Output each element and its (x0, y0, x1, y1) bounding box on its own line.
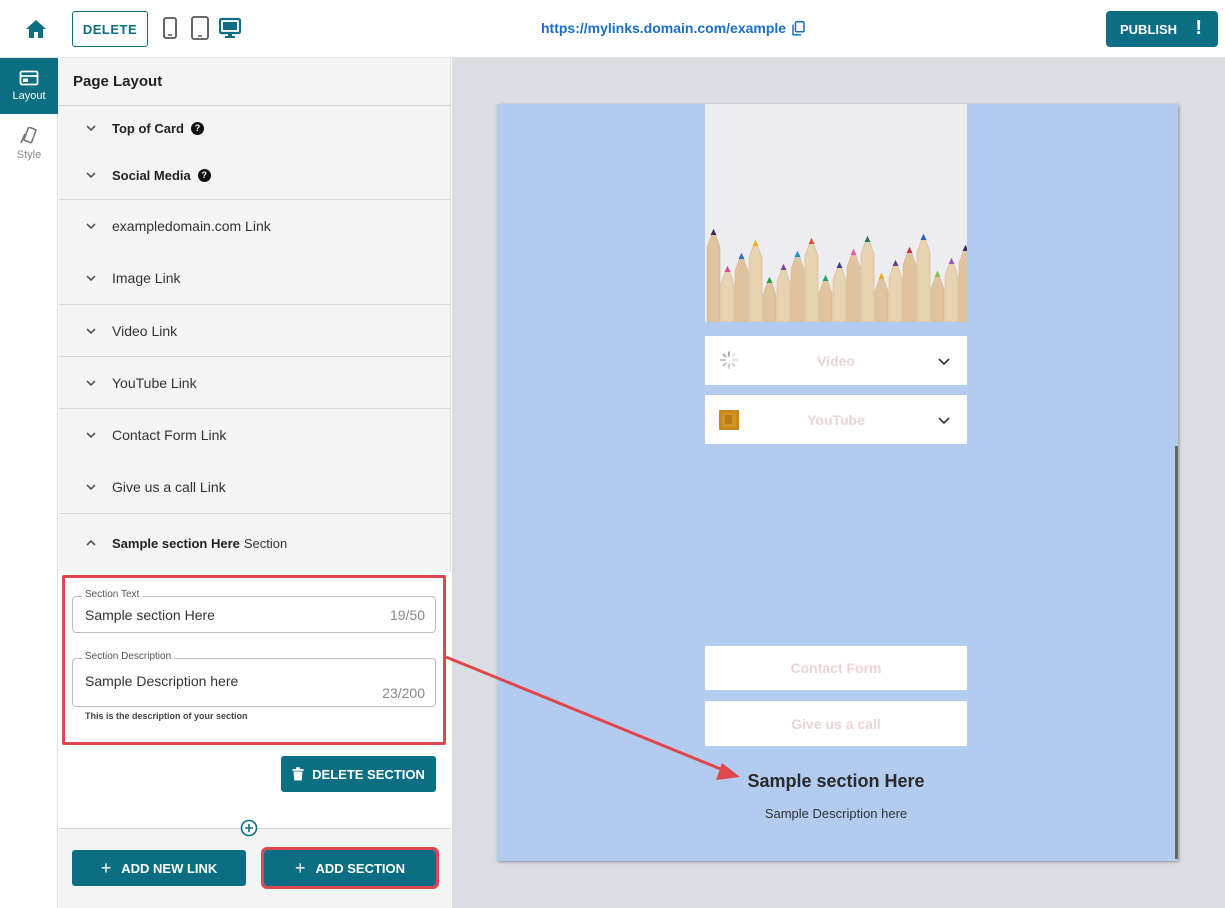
top-bar: DELETE https://mylinks.domain.com/exampl… (0, 0, 1225, 58)
delete-section-label: DELETE SECTION (312, 766, 425, 782)
chevron-down-icon (86, 125, 96, 132)
rail-label-style: Style (16, 149, 42, 161)
add-new-link-button[interactable]: + ADD NEW LINK (72, 850, 246, 886)
page-layout-panel: Page Layout Top of Card ? Social Media ?… (59, 58, 451, 908)
section-description-hint: This is the description of your section (85, 711, 248, 721)
add-section-button[interactable]: + ADD SECTION (261, 847, 439, 889)
section-description-input[interactable]: Sample Description here (85, 673, 238, 689)
layout-item-contact-form-link[interactable]: Contact Form Link (59, 409, 451, 461)
layout-item-label: Social Media (112, 167, 191, 183)
style-icon (20, 127, 37, 144)
panel-title: Page Layout (73, 73, 163, 90)
home-icon[interactable] (24, 17, 48, 41)
plus-icon: + (100, 857, 112, 878)
layout-item-call-link[interactable]: Give us a call Link (59, 461, 451, 513)
chevron-down-icon (938, 416, 950, 424)
preview-link-label: Video (817, 352, 855, 369)
section-text-field[interactable]: Section Text Sample section Here 19/50 (72, 589, 436, 633)
layout-item-video-link[interactable]: Video Link (59, 305, 451, 356)
preview-link-call[interactable]: Give us a call (705, 701, 967, 746)
youtube-thumbnail (719, 410, 739, 430)
page-url[interactable]: https://mylinks.domain.com/example (541, 20, 805, 36)
chevron-down-icon (86, 223, 96, 230)
chevron-down-icon (938, 357, 950, 365)
add-circle-icon[interactable] (240, 819, 258, 837)
chevron-up-icon (86, 539, 96, 546)
preview-link-label: YouTube (807, 411, 865, 428)
chevron-down-icon (86, 484, 96, 491)
layout-item-label: Contact Form Link (112, 427, 227, 443)
desktop-view-icon[interactable] (219, 16, 241, 40)
publish-label: PUBLISH (1120, 21, 1178, 37)
spinner-icon (720, 351, 738, 369)
layout-item-label: Top of Card (112, 120, 184, 136)
chevron-down-icon (86, 432, 96, 439)
rail-item-style[interactable]: Style (0, 116, 58, 172)
layout-item-exampledomain-link[interactable]: exampledomain.com Link (59, 200, 451, 252)
layout-item-social-media[interactable]: Social Media ? (59, 163, 451, 187)
help-icon[interactable]: ? (190, 121, 204, 135)
side-rail: Layout Style (0, 58, 58, 908)
delete-section-button[interactable]: DELETE SECTION (281, 756, 436, 792)
layout-item-label: Video Link (112, 322, 178, 339)
section-description-label: Section Description (82, 651, 175, 662)
section-header[interactable]: Sample section Here Section (59, 514, 451, 572)
add-new-link-label: ADD NEW LINK (121, 860, 218, 876)
pencils-image (705, 104, 967, 322)
layout-item-image-link[interactable]: Image Link (59, 252, 451, 304)
section-text-label: Section Text (82, 589, 143, 600)
preview-link-contact-form[interactable]: Contact Form (705, 646, 967, 690)
layout-item-top-of-card[interactable]: Top of Card ? (59, 116, 451, 140)
publish-button[interactable]: PUBLISH ! (1106, 11, 1218, 47)
section-text-count: 19/50 (389, 607, 425, 623)
section-description-field[interactable]: Section Description Sample Description h… (72, 651, 436, 707)
section-description-count: 23/200 (382, 685, 425, 701)
mobile-view-icon[interactable] (162, 16, 178, 40)
add-section-label: ADD SECTION (315, 860, 406, 876)
preview-scrollbar[interactable] (1175, 446, 1178, 859)
layout-item-label: Give us a call Link (112, 479, 226, 495)
tablet-view-icon[interactable] (190, 16, 210, 40)
preview-section-title: Sample section Here (747, 771, 925, 791)
trash-icon (292, 767, 304, 781)
chevron-down-icon (86, 327, 96, 334)
preview-link-label: Give us a call (791, 715, 881, 732)
section-text-input[interactable]: Sample section Here (85, 607, 215, 623)
help-icon[interactable]: ? (197, 168, 211, 182)
preview-link-label: Contact Form (790, 660, 882, 676)
rail-label-layout: Layout (12, 90, 46, 102)
layout-icon (19, 70, 39, 86)
section-name: Sample section Here (112, 535, 240, 551)
layout-item-youtube-link[interactable]: YouTube Link (59, 357, 451, 408)
page-url-text[interactable]: https://mylinks.domain.com/example (541, 20, 786, 36)
plus-icon: + (294, 857, 306, 878)
section-suffix: Section (243, 535, 288, 551)
copy-icon[interactable] (792, 20, 805, 36)
preview-link-youtube[interactable]: YouTube (705, 395, 967, 444)
preview-section-description: Sample Description here (764, 806, 908, 821)
divider (59, 105, 451, 106)
layout-item-label: Image Link (112, 270, 181, 286)
chevron-down-icon (86, 379, 96, 386)
delete-button[interactable]: DELETE (72, 11, 148, 47)
alert-icon: ! (1195, 17, 1202, 39)
preview-link-video[interactable]: Video (705, 336, 967, 385)
layout-item-label: exampledomain.com Link (112, 218, 271, 234)
chevron-down-icon (86, 172, 96, 179)
rail-item-layout[interactable]: Layout (0, 58, 58, 114)
layout-item-label: YouTube Link (112, 374, 197, 391)
chevron-down-icon (86, 275, 96, 282)
